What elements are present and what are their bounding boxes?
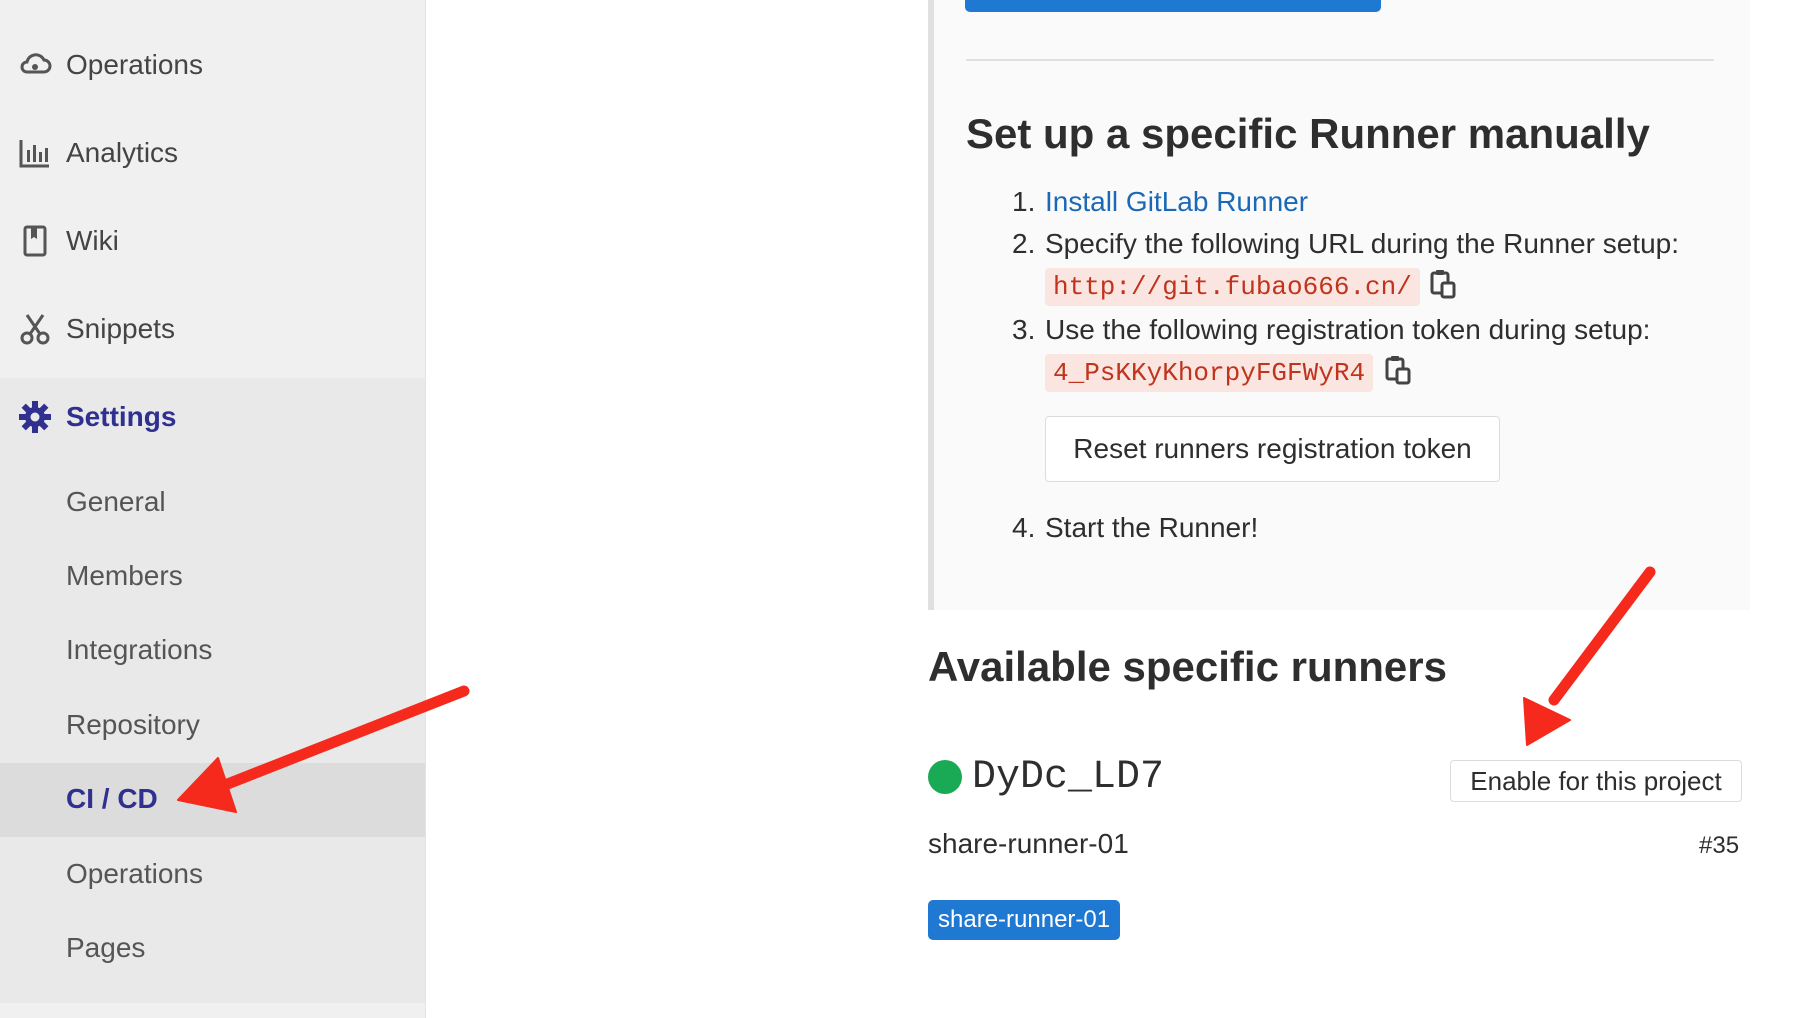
runner-tag-badge: share-runner-01 [928, 900, 1121, 940]
sidebar-subitem-label: Repository [66, 709, 200, 740]
sidebar: Operations Analytics Wiki Snippets Setti… [0, 0, 426, 1018]
step-text: Specify the following URL during the Run… [1045, 228, 1679, 259]
step-number: 2. [1012, 228, 1036, 259]
sidebar-item-label: Wiki [66, 225, 119, 256]
step-number: 1. [1012, 186, 1036, 217]
copy-token-icon[interactable] [1383, 354, 1413, 386]
sidebar-subitem-label: Integrations [66, 634, 213, 665]
sidebar-subitem-general[interactable]: General [0, 466, 425, 540]
sidebar-subitem-label: Members [66, 560, 183, 591]
sidebar-item-snippets[interactable]: Snippets [0, 284, 425, 374]
sidebar-subitem-label: Pages [66, 932, 146, 963]
step-text: Start the Runner! [1045, 512, 1259, 543]
top-button[interactable] [965, 0, 1381, 12]
available-runners-title: Available specific runners [928, 643, 1447, 690]
bar-chart-icon [18, 136, 52, 170]
runner-url-code: http://git.fubao666.cn/ [1045, 268, 1420, 306]
sidebar-subitem-integrations[interactable]: Integrations [0, 614, 425, 688]
copy-url-icon[interactable] [1428, 268, 1458, 300]
cloud-gear-icon [18, 48, 52, 82]
sidebar-subitem-members[interactable]: Members [0, 540, 425, 614]
runner-status-dot [928, 760, 962, 794]
step-text: Use the following registration token dur… [1045, 314, 1651, 345]
sidebar-item-label: Settings [66, 401, 177, 432]
sidebar-subitem-repository[interactable]: Repository [0, 689, 425, 763]
runner-id: #35 [1699, 832, 1740, 859]
enable-runner-button[interactable]: Enable for this project [1450, 760, 1742, 802]
sidebar-subitem-ci-cd[interactable]: CI / CD [0, 763, 425, 837]
scissors-icon [18, 312, 52, 346]
sidebar-item-label: Analytics [66, 137, 179, 168]
divider [966, 59, 1714, 61]
runner-name[interactable]: DyDc_LD7 [972, 755, 1164, 800]
runner-description: share-runner-01 [928, 828, 1129, 859]
setup-title: Set up a specific Runner manually [966, 110, 1650, 157]
sidebar-item-label: Operations [66, 49, 203, 80]
step-number: 4. [1012, 512, 1036, 543]
sidebar-item-analytics[interactable]: Analytics [0, 108, 425, 198]
reset-token-button[interactable]: Reset runners registration token [1045, 416, 1500, 482]
registration-token-code: 4_PsKKyKhorpyFGFWyR4 [1045, 354, 1374, 392]
sidebar-subitem-label: General [66, 486, 166, 517]
sidebar-subitem-label: Operations [66, 858, 203, 889]
sidebar-item-label: Snippets [66, 313, 175, 344]
sidebar-item-wiki[interactable]: Wiki [0, 196, 425, 286]
step-number: 3. [1012, 314, 1036, 345]
install-runner-link[interactable]: Install GitLab Runner [1045, 186, 1308, 218]
sidebar-item-settings[interactable]: Settings [0, 372, 425, 462]
sidebar-subitem-label: CI / CD [66, 783, 158, 814]
sidebar-subitem-pages[interactable]: Pages [0, 912, 425, 986]
book-icon [18, 224, 52, 258]
gear-icon [18, 400, 52, 434]
sidebar-item-operations[interactable]: Operations [0, 20, 425, 110]
sidebar-subitem-operations[interactable]: Operations [0, 838, 425, 912]
